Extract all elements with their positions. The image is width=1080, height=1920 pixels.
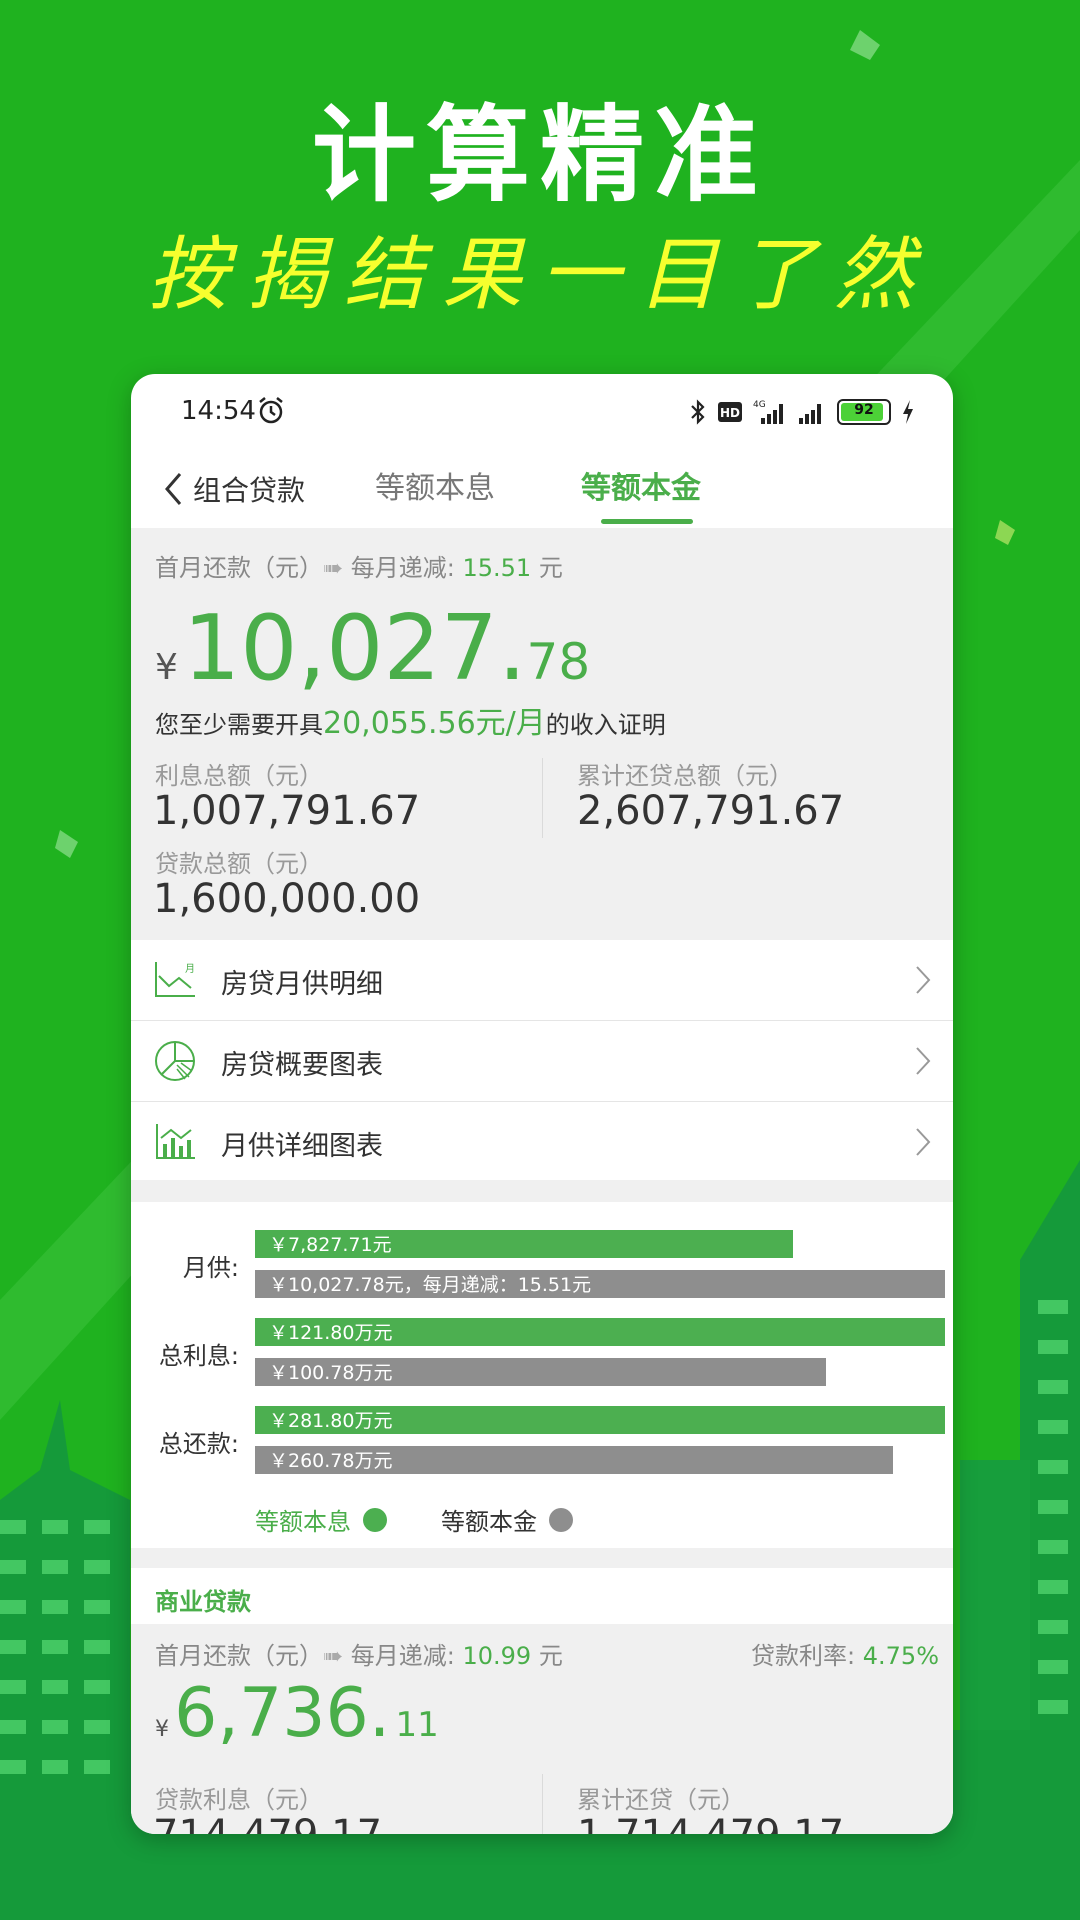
legend-dot-gray <box>549 1507 573 1532</box>
chart-line-icon: 月 <box>155 962 195 997</box>
stat-divider <box>542 758 543 838</box>
bluetooth-icon <box>691 399 705 425</box>
svg-text:月: 月 <box>185 963 195 975</box>
chevron-right-icon <box>916 1128 931 1156</box>
arrow-icon: ➠ <box>323 554 344 582</box>
commercial-title: 商业贷款 <box>155 1588 251 1616</box>
menu-item-monthly-detail[interactable]: 月 房贷月供明细 <box>131 940 953 1021</box>
svg-text:4G: 4G <box>753 400 766 410</box>
bar-value-label: ￥7,827.71元 <box>269 1234 392 1256</box>
status-bar: 14:54 HD 4G 92 <box>131 374 953 450</box>
commercial-section-header: 商业贷款 <box>131 1568 953 1624</box>
interest-total-label: 利息总额（元） <box>155 762 323 790</box>
commercial-total-label: 累计还贷（元） <box>577 1786 745 1814</box>
menu-item-payment-chart[interactable]: 月供详细图表 <box>131 1102 953 1182</box>
back-button[interactable]: 组合贷款 <box>163 464 305 514</box>
bar-value-label: ￥121.80万元 <box>269 1322 392 1344</box>
menu-label: 房贷概要图表 <box>221 1050 383 1081</box>
first-month-amount: ¥ 10,027.78 <box>155 596 591 701</box>
comparison-bars: 月供: ￥7,827.71元 ￥10,027.78元，每月递减：15.51元总利息:… <box>159 1230 945 1474</box>
arrow-icon: ➠ <box>323 1642 344 1670</box>
battery-icon: 92 <box>837 399 891 425</box>
commercial-interest-label: 贷款利息（元） <box>155 1786 323 1814</box>
signal-icon <box>799 404 821 424</box>
loan-total-value: 1,600,000.00 <box>153 876 421 922</box>
menu-label: 月供详细图表 <box>221 1131 383 1162</box>
tab-indicator <box>601 519 693 524</box>
comparison-row-label: 月供: <box>183 1254 239 1282</box>
hd-icon: HD <box>718 402 742 422</box>
legend-equal-principal: 等额本金 <box>441 1502 573 1537</box>
chevron-right-icon <box>916 966 931 994</box>
comparison-chart: 月供: ￥7,827.71元 ￥10,027.78元，每月递减：15.51元总利息:… <box>131 1202 953 1548</box>
loan-total-label: 贷款总额（元） <box>155 850 323 878</box>
summary-panel: 首月还款（元）➠ 每月递减: 15.51 元 ¥ 10,027.78 您至少需要… <box>131 528 953 940</box>
income-proof-note: 您至少需要开具20,055.56元/月的收入证明 <box>155 706 666 741</box>
charging-icon <box>903 400 913 424</box>
legend-equal-installment: 等额本息 <box>255 1502 387 1537</box>
menu-label: 房贷月供明细 <box>221 969 383 1000</box>
phone-screen: 14:54 HD 4G 92 组合贷款 等额本息 等额本金 首月还款（元）➠ 每… <box>131 374 953 1834</box>
tab-equal-principal[interactable]: 等额本金 <box>581 464 701 514</box>
comparison-row-label: 总还款: <box>159 1430 239 1458</box>
stat-divider <box>542 1774 543 1834</box>
nav-bar: 组合贷款 等额本息 等额本金 <box>131 450 953 528</box>
pie-chart-icon <box>155 1041 195 1081</box>
status-time: 14:54 <box>181 396 256 426</box>
first-month-header: 首月还款（元）➠ 每月递减: 15.51 元 <box>155 554 563 582</box>
bar-value-label: ￥281.80万元 <box>269 1410 392 1432</box>
detail-menu: 月 房贷月供明细 房贷概要图表 月供详细图表 <box>131 940 953 1182</box>
commercial-amount: ¥ 6,736. 11 <box>155 1674 439 1753</box>
signal-4g-icon: 4G <box>753 400 783 424</box>
commercial-first-month-header: 首月还款（元）➠ 每月递减: 10.99 元 <box>155 1642 563 1670</box>
loan-rate: 贷款利率: 4.75% <box>751 1642 939 1670</box>
back-label: 组合贷款 <box>193 474 306 507</box>
commercial-total-value: 1,714,479.17 <box>577 1812 844 1834</box>
bar-chart-icon <box>156 1124 195 1159</box>
promo-subtitle: 按揭结果一目了然 <box>148 228 932 321</box>
menu-item-summary-chart[interactable]: 房贷概要图表 <box>131 1021 953 1102</box>
section-gap <box>131 1180 953 1202</box>
chevron-right-icon <box>916 1047 931 1075</box>
comparison-row-label: 总利息: <box>159 1342 239 1370</box>
status-icons: HD 4G 92 <box>689 396 915 428</box>
bar-value-label: ￥100.78万元 <box>269 1362 392 1384</box>
commercial-panel: 首月还款（元）➠ 每月递减: 10.99 元 贷款利率: 4.75% ¥ 6,7… <box>131 1624 953 1834</box>
total-repay-label: 累计还贷总额（元） <box>577 762 793 790</box>
section-gap <box>131 1548 953 1568</box>
tab-equal-installment[interactable]: 等额本息 <box>375 464 495 514</box>
back-arrow-icon <box>165 473 182 505</box>
commercial-interest-value: 714,479.17 <box>153 1812 382 1834</box>
total-repay-value: 2,607,791.67 <box>577 788 845 834</box>
interest-total-value: 1,007,791.67 <box>153 788 421 834</box>
promo-title: 计算精准 <box>311 94 768 216</box>
legend-dot-green <box>363 1507 387 1532</box>
battery-level: 92 <box>854 402 874 418</box>
bar-value-label: ￥10,027.78元，每月递减：15.51元 <box>269 1274 591 1296</box>
alarm-icon <box>259 397 283 424</box>
decrease-value: 15.51 <box>462 554 532 582</box>
bar-value-label: ￥260.78万元 <box>269 1450 392 1472</box>
svg-text:HD: HD <box>720 406 740 420</box>
